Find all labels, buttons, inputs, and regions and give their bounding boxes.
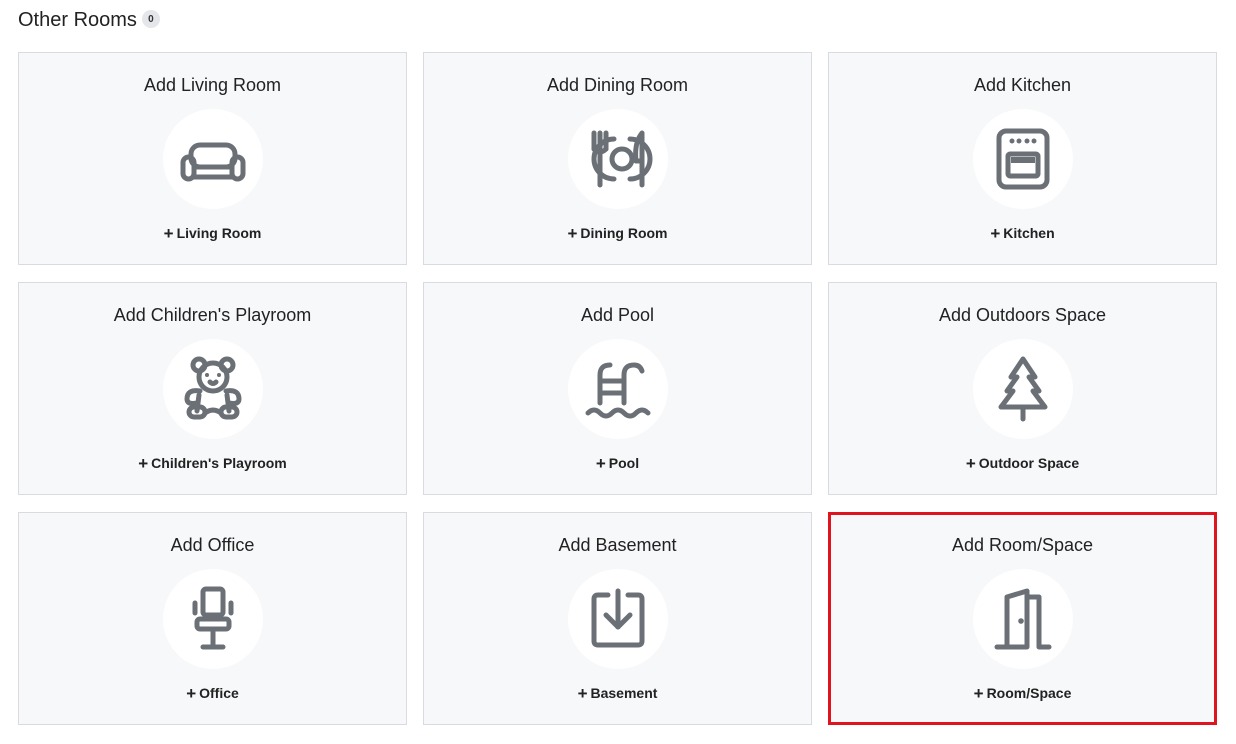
card-title: Add Children's Playroom [113, 305, 312, 325]
add-kitchen-link[interactable]: + Kitchen [829, 224, 1216, 243]
card-kitchen[interactable]: Add Kitchen + Kitchen [828, 52, 1217, 265]
link-label: Living Room [176, 225, 262, 241]
sofa-icon [162, 109, 263, 209]
download-box-icon [567, 569, 668, 669]
plus-icon: + [965, 454, 976, 473]
oven-icon [972, 109, 1073, 209]
card-title: Add Outdoors Space [938, 305, 1107, 325]
card-basement[interactable]: Add Basement + Basement [423, 512, 812, 725]
card-title: Add Dining Room [546, 75, 689, 95]
plate-cutlery-icon [567, 109, 668, 209]
card-title: Add Office [170, 535, 255, 555]
plus-icon: + [990, 224, 1001, 243]
add-basement-link[interactable]: + Basement [424, 684, 811, 703]
card-living-room[interactable]: Add Living Room + Living Room [18, 52, 407, 265]
add-office-link[interactable]: + Office [19, 684, 406, 703]
link-label: Children's Playroom [151, 455, 287, 471]
card-room-space[interactable]: Add Room/Space + Room/Space [828, 512, 1217, 725]
office-chair-icon [162, 569, 263, 669]
plus-icon: + [973, 684, 984, 703]
plus-icon: + [138, 454, 149, 473]
card-title: Add Kitchen [973, 75, 1072, 95]
link-label: Pool [608, 455, 640, 471]
teddy-bear-icon [162, 339, 263, 439]
add-dining-room-link[interactable]: + Dining Room [424, 224, 811, 243]
link-label: Office [199, 685, 239, 701]
card-title: Add Pool [580, 305, 655, 325]
pool-ladder-icon [567, 339, 668, 439]
add-living-room-link[interactable]: + Living Room [19, 224, 406, 243]
plus-icon: + [567, 224, 578, 243]
card-title: Add Room/Space [951, 535, 1094, 555]
plus-icon: + [186, 684, 197, 703]
add-room-space-link[interactable]: + Room/Space [831, 684, 1214, 703]
link-label: Kitchen [1003, 225, 1055, 241]
card-office[interactable]: Add Office + Office [18, 512, 407, 725]
section-header: Other Rooms 0 [18, 7, 160, 33]
card-title: Add Basement [558, 535, 677, 555]
pine-tree-icon [972, 339, 1073, 439]
link-label: Basement [590, 685, 658, 701]
count-badge: 0 [141, 10, 160, 28]
add-outdoor-space-link[interactable]: + Outdoor Space [829, 454, 1216, 473]
door-icon [972, 569, 1073, 669]
card-pool[interactable]: Add Pool + Pool [423, 282, 812, 495]
card-outdoors-space[interactable]: Add Outdoors Space + Outdoor Space [828, 282, 1217, 495]
link-label: Outdoor Space [978, 455, 1080, 471]
room-grid: Add Living Room + Living Room Add Dining … [18, 52, 1217, 725]
link-label: Room/Space [986, 685, 1072, 701]
add-pool-link[interactable]: + Pool [424, 454, 811, 473]
card-childrens-playroom[interactable]: Add Children's Playroom + Children's Play… [18, 282, 407, 495]
plus-icon: + [577, 684, 588, 703]
link-label: Dining Room [580, 225, 668, 241]
plus-icon: + [163, 224, 174, 243]
card-dining-room[interactable]: Add Dining Room + Dining Room [423, 52, 812, 265]
plus-icon: + [595, 454, 606, 473]
add-childrens-playroom-link[interactable]: + Children's Playroom [19, 454, 406, 473]
card-title: Add Living Room [143, 75, 282, 95]
section-title: Other Rooms [18, 9, 137, 31]
